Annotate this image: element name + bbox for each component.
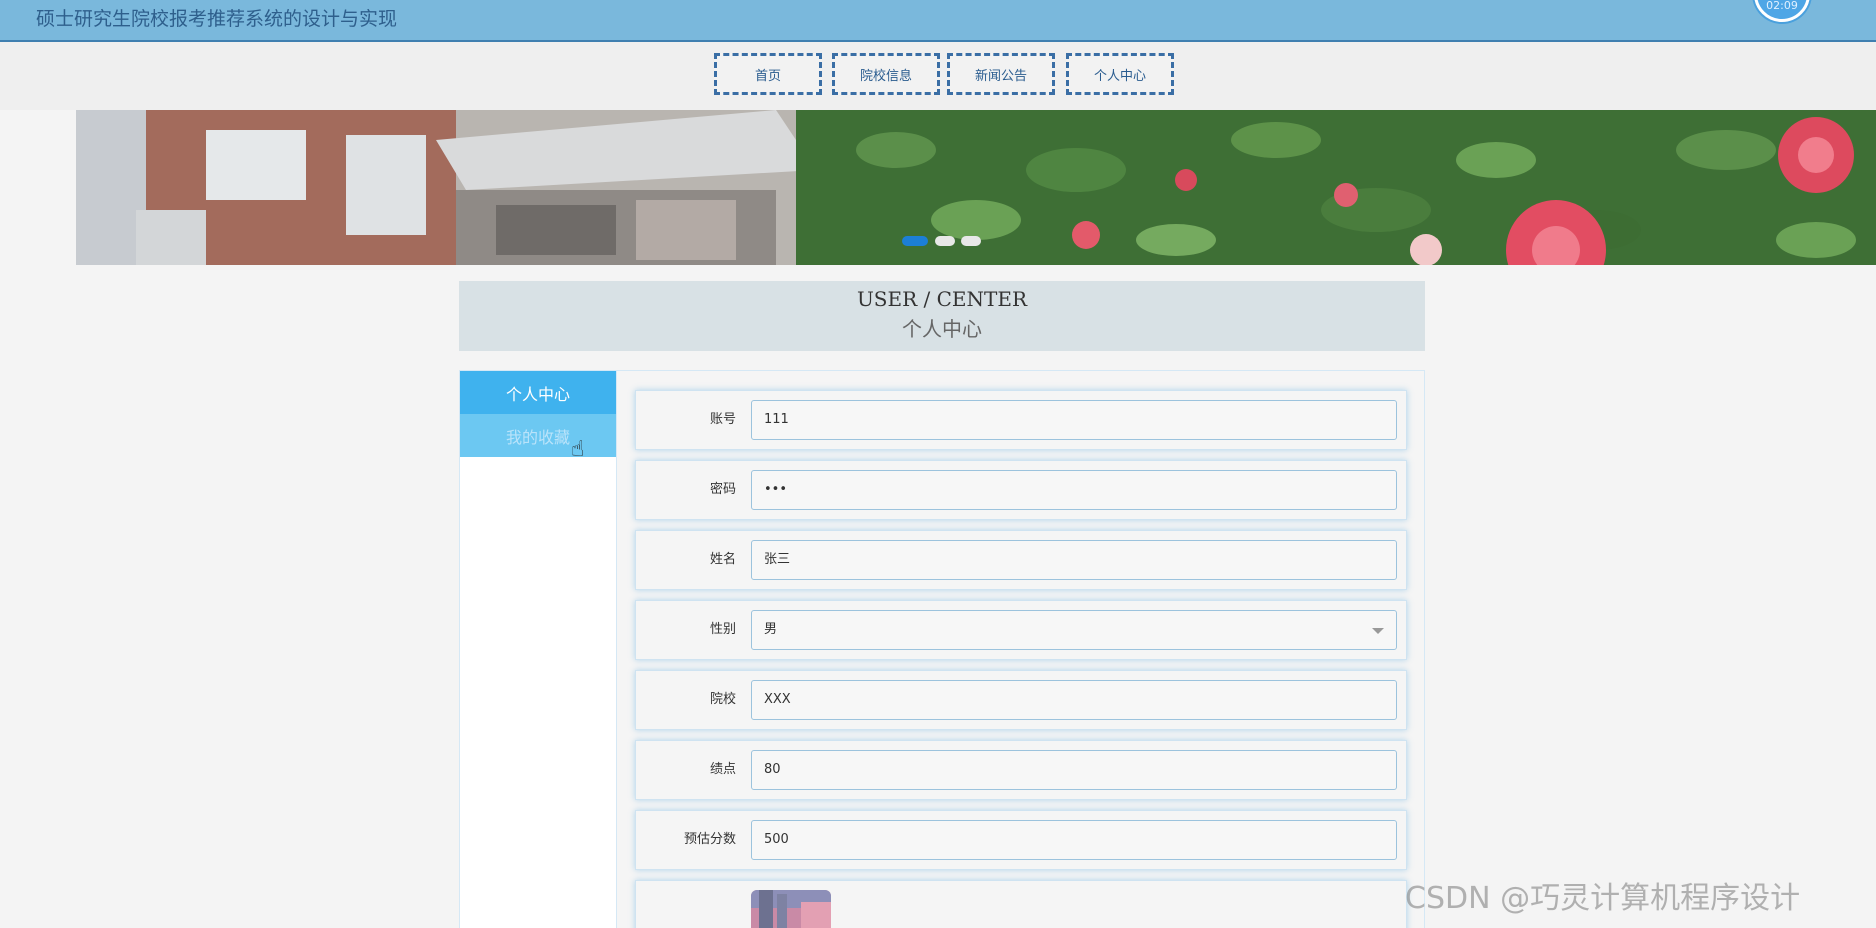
form-row-password: 密码 ••• — [635, 460, 1407, 520]
user-center-title-en: USER / CENTER — [856, 287, 1028, 311]
form-row-school: 院校 XXX — [635, 670, 1407, 730]
avatar-image — [751, 890, 831, 928]
user-center-title-cn: 个人中心 — [902, 317, 982, 341]
nav-home[interactable]: 首页 — [714, 53, 822, 95]
watermark: CSDN @巧灵计算机程序设计 — [1405, 881, 1801, 916]
top-header: 硕士研究生院校报考推荐系统的设计与实现 02:09 — [0, 0, 1876, 42]
password-input[interactable]: ••• — [751, 470, 1397, 510]
account-label: 账号 — [709, 412, 736, 427]
nav-user-center[interactable]: 个人中心 — [1066, 53, 1174, 95]
school-label: 院校 — [709, 692, 736, 707]
form-row-name: 姓名 张三 — [635, 530, 1407, 590]
sidebar-item-user-center[interactable]: 个人中心 — [460, 371, 616, 414]
sidebar-item-favorites[interactable]: 我的收藏 — [460, 414, 616, 457]
score-input[interactable]: 500 — [751, 820, 1397, 860]
hand-cursor-icon: ☝ — [571, 437, 585, 462]
name-label: 姓名 — [709, 552, 736, 567]
gender-label: 性别 — [709, 622, 736, 637]
user-sidebar: 个人中心 我的收藏 — [459, 370, 617, 928]
carousel-dot-2[interactable] — [935, 236, 955, 246]
clock-badge[interactable]: 02:09 — [1754, 0, 1810, 22]
nav-news[interactable]: 新闻公告 — [947, 53, 1055, 95]
profile-form: 账号 111 密码 ••• 姓名 张三 性别 男 院校 XXX 绩点 80 预估… — [617, 370, 1425, 928]
carousel-dot-3[interactable] — [961, 236, 981, 246]
user-center-header: USER / CENTER 个人中心 — [459, 281, 1425, 351]
account-input[interactable]: 111 — [751, 400, 1397, 440]
chevron-down-icon — [1372, 628, 1384, 634]
password-label: 密码 — [709, 482, 736, 497]
gpa-input[interactable]: 80 — [751, 750, 1397, 790]
form-row-gender: 性别 男 — [635, 600, 1407, 660]
main-nav: 首页 院校信息 新闻公告 个人中心 — [0, 42, 1876, 110]
banner-carousel[interactable] — [0, 110, 1876, 265]
form-row-account: 账号 111 — [635, 390, 1407, 450]
site-title: 硕士研究生院校报考推荐系统的设计与实现 — [36, 8, 398, 30]
gpa-label: 绩点 — [709, 762, 736, 777]
gender-value: 男 — [764, 622, 778, 637]
form-row-gpa: 绩点 80 — [635, 740, 1407, 800]
form-row-score: 预估分数 500 — [635, 810, 1407, 870]
school-input[interactable]: XXX — [751, 680, 1397, 720]
form-row-photo — [635, 880, 1407, 928]
carousel-dot-1[interactable] — [902, 236, 928, 246]
avatar-photo[interactable] — [751, 890, 831, 928]
nav-school-info[interactable]: 院校信息 — [832, 53, 940, 95]
name-input[interactable]: 张三 — [751, 540, 1397, 580]
gender-select[interactable]: 男 — [751, 610, 1397, 650]
score-label: 预估分数 — [683, 832, 736, 847]
